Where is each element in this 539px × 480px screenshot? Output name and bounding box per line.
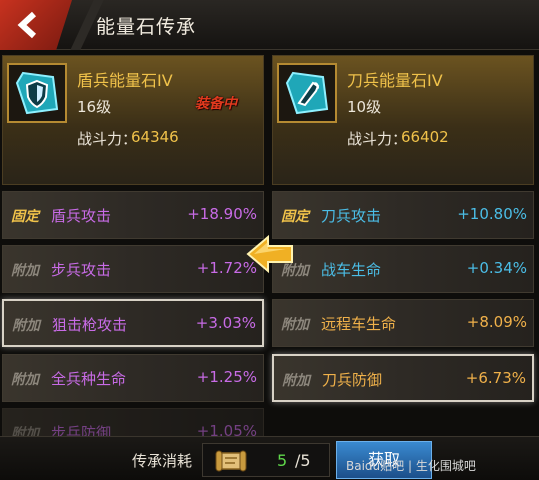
stat-tag-extra: 附加 xyxy=(282,373,310,389)
scroll-item-icon xyxy=(215,450,247,472)
top-bar: 能量石传承 xyxy=(0,0,539,50)
current-stone-power-value: 64346 xyxy=(131,128,179,146)
page-title: 能量石传承 xyxy=(96,16,197,38)
stat-name: 远程车生命 xyxy=(321,315,397,333)
target-stone-level: 10级 xyxy=(347,98,382,116)
stat-name: 步兵攻击 xyxy=(51,261,112,279)
shield-gem-icon xyxy=(15,71,59,115)
stat-name: 刀兵攻击 xyxy=(321,207,382,225)
cost-label: 传承消耗 xyxy=(132,452,193,470)
stat-name: 狙击枪攻击 xyxy=(52,316,128,334)
stat-name: 盾兵攻击 xyxy=(51,207,112,225)
blade-gem-icon xyxy=(285,71,329,115)
watermark: Baidu贴吧 | 生化围城吧 xyxy=(346,459,476,473)
stat-value: +3.03% xyxy=(195,314,256,332)
cost-need: /5 xyxy=(295,451,311,470)
stat-value: +18.90% xyxy=(187,205,257,223)
cost-have: 5 xyxy=(277,451,288,470)
current-stone-frame xyxy=(7,63,67,123)
current-stone-panel[interactable]: 盾兵能量石IV 16级 战斗力： 64346 装备中 xyxy=(2,55,264,185)
target-stone-frame xyxy=(277,63,337,123)
stat-value: +0.34% xyxy=(466,259,527,277)
stat-name: 战车生命 xyxy=(321,261,382,279)
stat-name: 刀兵防御 xyxy=(322,371,383,389)
transfer-arrow-icon xyxy=(246,234,293,274)
target-stone-panel[interactable]: 刀兵能量石IV 10级 战斗力： 66402 xyxy=(272,55,534,185)
left-stat-row-selected[interactable]: 附加 狙击枪攻击 +3.03% xyxy=(2,299,264,347)
stat-name: 全兵种生命 xyxy=(51,370,127,388)
stat-value: +1.25% xyxy=(196,368,257,386)
right-stat-row[interactable]: 附加 战车生命 +0.34% xyxy=(272,245,534,293)
target-stone-name: 刀兵能量石IV xyxy=(347,71,443,90)
cost-box: 5 /5 xyxy=(202,443,330,477)
left-stat-row[interactable]: 附加 全兵种生命 +1.25% xyxy=(2,354,264,402)
back-arrow-icon xyxy=(17,11,37,39)
stat-tag-extra: 附加 xyxy=(281,317,309,333)
stat-value: +6.73% xyxy=(465,369,526,387)
current-stone-power-label: 战斗力： xyxy=(77,130,138,148)
bottom-bar: 传承消耗 5 /5 获取 Baidu贴吧 | 生化围城吧 xyxy=(0,436,539,480)
stat-tag-extra: 附加 xyxy=(12,318,40,334)
stat-tag-extra: 附加 xyxy=(11,263,39,279)
current-stone-level: 16级 xyxy=(77,98,112,116)
stat-tag-fixed: 固定 xyxy=(11,209,39,225)
right-stat-row[interactable]: 固定 刀兵攻击 +10.80% xyxy=(272,191,534,239)
right-stat-row[interactable]: 附加 远程车生命 +8.09% xyxy=(272,299,534,347)
target-stone-power-value: 66402 xyxy=(401,128,449,146)
left-stat-row[interactable]: 附加 步兵攻击 +1.72% xyxy=(2,245,264,293)
equipped-badge: 装备中 xyxy=(195,96,237,112)
stat-tag-extra: 附加 xyxy=(11,372,39,388)
right-stat-row-selected[interactable]: 附加 刀兵防御 +6.73% xyxy=(272,354,534,402)
target-stone-power-label: 战斗力： xyxy=(347,130,408,148)
left-stat-row[interactable]: 固定 盾兵攻击 +18.90% xyxy=(2,191,264,239)
stat-value: +8.09% xyxy=(466,313,527,331)
stat-value: +10.80% xyxy=(457,205,527,223)
back-button[interactable] xyxy=(0,0,72,50)
stat-tag-fixed: 固定 xyxy=(281,209,309,225)
current-stone-name: 盾兵能量石IV xyxy=(77,71,173,90)
left-stat-row[interactable]: 附加 步兵防御 +1.05% xyxy=(2,408,264,442)
